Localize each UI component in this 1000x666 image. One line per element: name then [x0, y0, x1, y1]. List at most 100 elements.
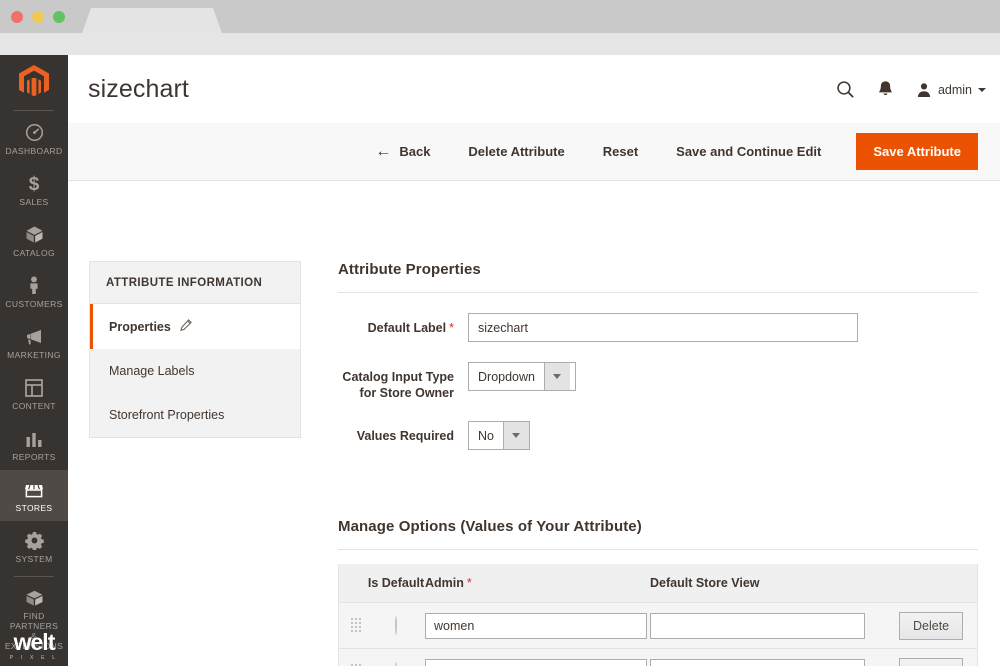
section-divider-2	[338, 549, 978, 550]
chevron-down-icon[interactable]	[503, 422, 529, 449]
field-catalog-input-type: Catalog Input Type for Store Owner Dropd…	[338, 362, 978, 401]
is-default-radio[interactable]	[395, 616, 397, 635]
drag-handle-cell	[339, 618, 367, 634]
option-store-view-input[interactable]	[650, 613, 865, 639]
delete-option-button[interactable]: Delete	[899, 658, 963, 666]
window-controls[interactable]	[11, 11, 65, 23]
catalog-input-type-label: Catalog Input Type for Store Owner	[338, 362, 468, 401]
options-table: Is Default Admin* Default Store View	[338, 564, 978, 666]
sidebar-item-sales[interactable]: $ SALES	[0, 164, 68, 215]
weltpixel-wordmark: welt	[0, 630, 68, 654]
sidebar-label: DASHBOARD	[6, 146, 63, 156]
admin-value-cell	[425, 613, 650, 639]
attribute-information-heading: ATTRIBUTE INFORMATION	[90, 262, 300, 304]
svg-text:$: $	[29, 174, 40, 193]
weltpixel-subtext: P I X E L	[0, 654, 68, 662]
page-title: sizechart	[88, 75, 189, 104]
catalog-input-type-select[interactable]: Dropdown	[468, 362, 576, 391]
user-menu[interactable]: admin	[916, 82, 986, 98]
search-icon[interactable]	[836, 80, 855, 99]
chevron-down-icon[interactable]	[544, 363, 570, 390]
reset-button[interactable]: Reset	[584, 144, 657, 159]
user-name: admin	[938, 83, 972, 97]
tab-storefront-properties[interactable]: Storefront Properties	[90, 393, 300, 437]
sidebar-divider-2	[14, 576, 54, 577]
sidebar-item-dashboard[interactable]: DASHBOARD	[0, 113, 68, 164]
sidebar-item-system[interactable]: SYSTEM	[0, 521, 68, 572]
attribute-form: Attribute Properties Default Label* Cata…	[338, 261, 978, 666]
option-admin-input[interactable]	[425, 659, 647, 666]
delete-option-button[interactable]: Delete	[899, 612, 963, 640]
sidebar-item-customers[interactable]: CUSTOMERS	[0, 266, 68, 317]
sidebar-item-catalog[interactable]: CATALOG	[0, 215, 68, 266]
magento-logo[interactable]	[0, 55, 68, 103]
magento-logo-icon	[19, 65, 49, 98]
save-attribute-button[interactable]: Save Attribute	[856, 133, 978, 170]
pencil-icon	[180, 319, 192, 334]
sidebar-label: MARKETING	[7, 350, 61, 360]
bell-icon[interactable]	[877, 80, 894, 99]
is-default-radio[interactable]	[395, 662, 397, 666]
page-header: sizechart admin	[68, 55, 1000, 123]
table-row: Delete	[339, 648, 977, 666]
values-required-label: Values Required	[338, 421, 468, 444]
values-required-value: No	[469, 422, 503, 449]
drag-handle-icon[interactable]	[351, 618, 362, 634]
attribute-information-panel: ATTRIBUTE INFORMATION Properties Manage …	[89, 261, 301, 438]
back-button-label: Back	[399, 144, 430, 159]
delete-cell: Delete	[899, 612, 977, 640]
store-view-cell	[650, 613, 899, 639]
package-icon	[25, 587, 44, 607]
weltpixel-logo: welt P I X E L	[0, 630, 68, 662]
delete-attribute-button[interactable]: Delete Attribute	[449, 144, 583, 159]
browser-titlebar	[0, 0, 1000, 33]
sidebar-label: SALES	[19, 197, 48, 207]
sidebar-label: REPORTS	[12, 452, 55, 462]
sidebar-label-line1: FIND PARTNERS	[2, 611, 66, 631]
browser-tab[interactable]	[82, 8, 222, 33]
label-line1: Catalog Input Type	[338, 369, 454, 385]
chevron-down-icon	[978, 88, 986, 92]
maximize-window-button[interactable]	[53, 11, 65, 23]
sidebar-item-content[interactable]: CONTENT	[0, 368, 68, 419]
sidebar-item-marketing[interactable]: MARKETING	[0, 317, 68, 368]
back-button[interactable]: ← Back	[356, 143, 449, 161]
dollar-icon: $	[26, 173, 42, 193]
column-admin: Admin*	[425, 576, 650, 590]
values-required-select[interactable]: No	[468, 421, 530, 450]
is-default-cell	[367, 663, 425, 666]
default-label-label: Default Label*	[338, 313, 468, 336]
store-view-cell	[650, 659, 899, 666]
save-and-continue-edit-button[interactable]: Save and Continue Edit	[657, 144, 840, 159]
box-icon	[25, 224, 44, 244]
person-icon	[27, 275, 41, 295]
action-toolbar: ← Back Delete Attribute Reset Save and C…	[68, 123, 1000, 181]
page-content: ATTRIBUTE INFORMATION Properties Manage …	[68, 181, 1000, 666]
manage-options-section: Manage Options (Values of Your Attribute…	[338, 518, 978, 666]
minimize-window-button[interactable]	[32, 11, 44, 23]
section-divider	[338, 292, 978, 293]
browser-toolbar	[0, 33, 1000, 55]
sidebar-item-reports[interactable]: REPORTS	[0, 419, 68, 470]
close-window-button[interactable]	[11, 11, 23, 23]
label-text: Default Label	[368, 321, 447, 335]
admin-value-cell	[425, 659, 650, 666]
tab-properties[interactable]: Properties	[90, 304, 300, 349]
column-default-store-view: Default Store View	[650, 576, 899, 590]
sidebar-label: STORES	[16, 503, 53, 513]
tab-manage-labels[interactable]: Manage Labels	[90, 349, 300, 393]
option-store-view-input[interactable]	[650, 659, 865, 666]
required-asterisk: *	[467, 576, 472, 590]
is-default-cell	[367, 617, 425, 635]
sidebar-label: CATALOG	[13, 248, 55, 258]
user-icon	[916, 82, 932, 98]
options-table-header: Is Default Admin* Default Store View	[339, 564, 977, 602]
megaphone-icon	[24, 326, 44, 346]
default-label-input[interactable]	[468, 313, 858, 342]
table-row: Delete	[339, 602, 977, 648]
sidebar-item-stores[interactable]: STORES	[0, 470, 68, 521]
sidebar-divider	[14, 110, 54, 111]
delete-cell: Delete	[899, 658, 977, 666]
option-admin-input[interactable]	[425, 613, 647, 639]
sidebar-label: CONTENT	[12, 401, 56, 411]
